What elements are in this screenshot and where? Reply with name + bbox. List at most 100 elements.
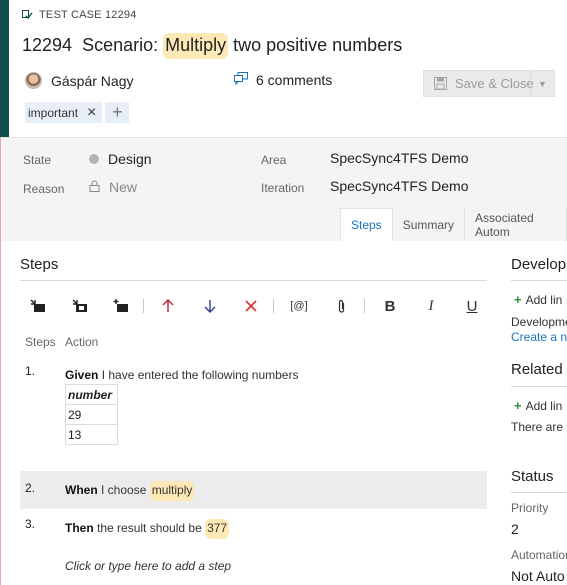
comments-icon xyxy=(234,72,248,88)
chevron-down-icon[interactable]: ▼ xyxy=(530,71,554,96)
table-cell: 29 xyxy=(65,404,118,425)
title-highlight: Multiply xyxy=(163,33,229,59)
table-cell: 13 xyxy=(65,424,118,445)
reason-label: Reason xyxy=(23,182,65,196)
plus-icon: + xyxy=(514,292,522,307)
state-value: Design xyxy=(108,151,152,167)
area-value: SpecSync4TFS Demo xyxy=(330,150,469,166)
create-shared-steps-icon[interactable] xyxy=(111,294,131,318)
avatar xyxy=(25,72,42,89)
close-icon[interactable]: × xyxy=(87,104,96,121)
reason-value: New xyxy=(109,179,138,195)
add-step-placeholder[interactable]: Click or type here to add a step xyxy=(65,559,231,573)
steps-column-header: Steps xyxy=(25,335,56,349)
step-3-action[interactable]: Then the result should be 377 xyxy=(65,519,230,539)
development-add-link[interactable]: + Add lin xyxy=(514,292,562,307)
status-divider xyxy=(511,492,567,493)
italic-icon[interactable]: I xyxy=(421,294,441,318)
development-text: Developme xyxy=(511,315,567,329)
related-add-link[interactable]: + Add lin xyxy=(514,398,562,413)
comments-link[interactable]: 6 comments xyxy=(234,72,332,88)
automation-status-value[interactable]: Not Auto xyxy=(511,568,565,584)
toolbar-separator xyxy=(364,299,365,313)
insert-parameter-icon[interactable]: [@] xyxy=(288,294,310,318)
work-item-type: TEST CASE 12294 xyxy=(22,9,137,21)
state-label: State xyxy=(23,153,52,167)
save-icon xyxy=(434,77,447,90)
tab-summary[interactable]: Summary xyxy=(393,208,466,241)
step-text: I have entered the following numbers xyxy=(98,368,299,382)
work-item-type-label: TEST CASE 12294 xyxy=(39,9,137,21)
related-divider xyxy=(511,386,567,387)
assigned-to-name: Gáspár Nagy xyxy=(51,72,134,89)
state-field[interactable]: Design xyxy=(89,151,152,167)
insert-shared-steps-icon[interactable] xyxy=(70,294,90,318)
automation-status-label: Automation xyxy=(511,548,567,562)
test-case-icon xyxy=(22,9,33,21)
priority-label: Priority xyxy=(511,501,549,515)
steps-toolbar: [@] B I U xyxy=(20,294,487,318)
comments-count: 6 comments xyxy=(256,72,333,88)
save-close-button[interactable]: Save & Close ▼ xyxy=(423,70,555,97)
development-heading: Develop xyxy=(511,256,567,273)
step-text: I choose xyxy=(97,483,150,497)
underline-icon[interactable]: U xyxy=(462,294,482,318)
related-work-heading: Related xyxy=(511,361,563,378)
tag-label: important xyxy=(28,105,79,120)
step-highlight: 377 xyxy=(205,519,230,539)
step-number: 3. xyxy=(25,517,36,531)
bold-icon[interactable]: B xyxy=(380,294,400,318)
add-tag-button[interactable]: + xyxy=(105,102,130,123)
work-item-header: TEST CASE 12294 12294 Scenario: Multiply … xyxy=(9,0,567,137)
iteration-label: Iteration xyxy=(261,181,305,195)
title-prefix: Scenario: xyxy=(82,35,164,55)
step-number: 1. xyxy=(25,364,36,378)
tab-steps[interactable]: Steps xyxy=(340,208,393,241)
work-item-title[interactable]: 12294 Scenario: Multiply two positive num… xyxy=(22,33,403,59)
delete-icon[interactable] xyxy=(241,294,261,318)
arrow-down-icon[interactable] xyxy=(200,294,220,318)
steps-divider xyxy=(20,280,487,281)
assigned-to[interactable]: Gáspár Nagy xyxy=(25,72,133,89)
step-parameter-table[interactable]: number 29 13 xyxy=(65,384,118,445)
table-header-cell: number xyxy=(65,384,118,405)
iteration-value: SpecSync4TFS Demo xyxy=(330,178,469,194)
step-keyword: Then xyxy=(65,521,94,535)
iteration-field[interactable]: SpecSync4TFS Demo xyxy=(330,178,469,194)
tab-bar: Steps Summary Associated Autom xyxy=(340,208,567,241)
add-link-label: Add lin xyxy=(525,399,563,413)
plus-icon: + xyxy=(514,398,522,413)
step-highlight: multiply xyxy=(149,481,195,501)
state-dot-icon xyxy=(89,154,99,164)
tab-associated-automation[interactable]: Associated Autom xyxy=(465,208,567,241)
title-id: 12294 xyxy=(22,35,73,55)
area-field[interactable]: SpecSync4TFS Demo xyxy=(330,150,469,166)
toolbar-separator xyxy=(273,299,274,313)
step-2-action[interactable]: When I choose multiply xyxy=(65,481,195,501)
step-number: 2. xyxy=(25,481,36,495)
step-keyword: Given xyxy=(65,368,99,382)
work-item-color-bar xyxy=(0,0,9,137)
create-branch-link[interactable]: Create a n xyxy=(511,330,567,344)
lock-icon xyxy=(89,180,100,195)
arrow-up-icon[interactable] xyxy=(158,294,178,318)
action-column-header: Action xyxy=(65,335,99,349)
step-keyword: When xyxy=(65,483,98,497)
insert-step-icon[interactable] xyxy=(28,294,48,318)
attachment-icon[interactable] xyxy=(331,294,351,318)
reason-field[interactable]: New xyxy=(89,179,137,195)
step-text: the result should be xyxy=(93,521,206,535)
status-heading: Status xyxy=(511,468,554,485)
steps-heading: Steps xyxy=(20,256,59,273)
area-label: Area xyxy=(261,153,287,167)
toolbar-separator xyxy=(143,299,144,313)
add-link-label: Add lin xyxy=(525,293,563,307)
tag-important[interactable]: important × xyxy=(25,102,103,123)
title-suffix: two positive numbers xyxy=(228,35,403,55)
priority-value[interactable]: 2 xyxy=(511,521,519,537)
tag-bar: important × + xyxy=(25,102,130,123)
related-empty-text: There are n xyxy=(511,420,567,434)
development-divider xyxy=(511,280,567,281)
step-1-action[interactable]: Given I have entered the following numbe… xyxy=(65,368,298,382)
save-close-label: Save & Close xyxy=(455,76,534,91)
